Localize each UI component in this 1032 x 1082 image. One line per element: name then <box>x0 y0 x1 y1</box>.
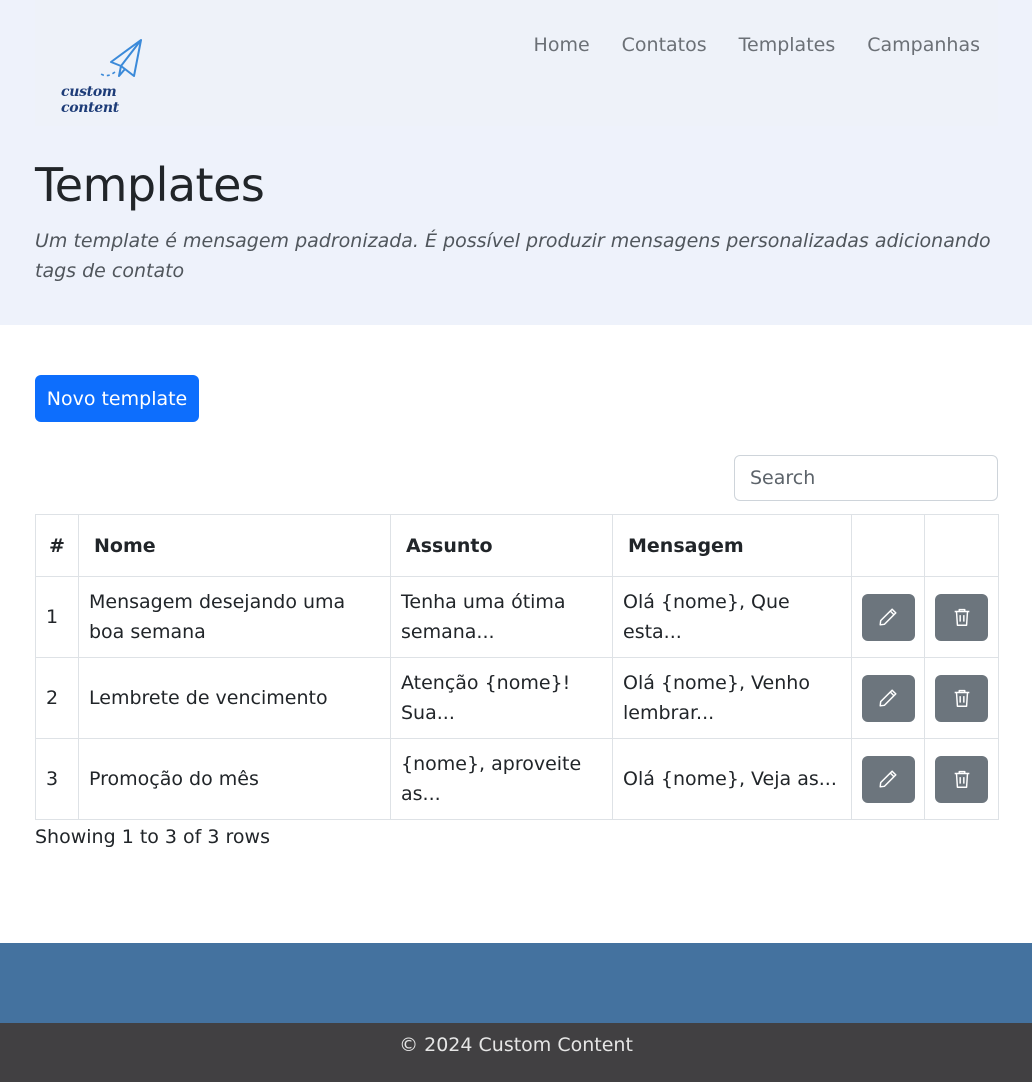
navbar: custom content Home Contatos Templates C… <box>35 0 998 126</box>
nav-templates[interactable]: Templates <box>739 34 836 56</box>
templates-table: # Nome Assunto Mensagem 1 Mensagem desej… <box>35 514 999 820</box>
column-header-mensagem[interactable]: Mensagem <box>612 514 852 577</box>
delete-button[interactable] <box>935 755 988 803</box>
row-edit-cell <box>851 576 925 658</box>
trash-icon <box>954 608 969 626</box>
nav-contatos[interactable]: Contatos <box>622 34 707 56</box>
column-header-nome[interactable]: Nome <box>78 514 391 577</box>
row-subject: Atenção {nome}! Sua... <box>390 657 613 739</box>
pencil-icon <box>879 608 897 626</box>
edit-button[interactable] <box>861 593 915 641</box>
row-delete-cell <box>924 657 999 739</box>
pencil-icon <box>879 770 897 788</box>
page-title: Templates <box>35 158 265 212</box>
pagination-summary: Showing 1 to 3 of 3 rows <box>35 826 270 848</box>
edit-button[interactable] <box>861 674 915 722</box>
brand-logo-text: custom content <box>61 84 119 116</box>
trash-icon <box>954 689 969 707</box>
trash-icon <box>954 770 969 788</box>
table-row: 2 Lembrete de vencimento Atenção {nome}!… <box>35 657 999 739</box>
column-header-num[interactable]: # <box>35 514 79 577</box>
delete-button[interactable] <box>935 593 988 641</box>
row-message: Olá {nome}, Venho lembrar... <box>612 657 852 739</box>
table-row: 3 Promoção do mês {nome}, aproveite as..… <box>35 738 999 820</box>
row-name: Promoção do mês <box>78 738 391 820</box>
row-edit-cell <box>851 738 925 820</box>
row-name: Mensagem desejando uma boa semana <box>78 576 391 658</box>
nav-campanhas[interactable]: Campanhas <box>867 34 980 56</box>
table-row: 1 Mensagem desejando uma boa semana Tenh… <box>35 576 999 658</box>
copyright-text: © 2024 Custom Content <box>399 1034 633 1056</box>
column-header-delete <box>924 514 999 577</box>
row-number: 3 <box>35 738 79 820</box>
row-delete-cell <box>924 576 999 658</box>
main-nav: Home Contatos Templates Campanhas <box>534 34 980 56</box>
pencil-icon <box>879 689 897 707</box>
row-message: Olá {nome}, Que esta... <box>612 576 852 658</box>
row-name: Lembrete de vencimento <box>78 657 391 739</box>
row-edit-cell <box>851 657 925 739</box>
column-header-edit <box>851 514 925 577</box>
footer: © 2024 Custom Content <box>0 1023 1032 1082</box>
row-number: 2 <box>35 657 79 739</box>
footer-band <box>0 943 1032 1023</box>
row-message: Olá {nome}, Veja as... <box>612 738 852 820</box>
row-subject: {nome}, aproveite as... <box>390 738 613 820</box>
table-header-row: # Nome Assunto Mensagem <box>35 514 999 577</box>
row-subject: Tenha uma ótima semana... <box>390 576 613 658</box>
edit-button[interactable] <box>861 755 915 803</box>
search-input[interactable] <box>734 455 998 501</box>
page-subtitle: Um template é mensagem padronizada. É po… <box>35 230 991 282</box>
row-delete-cell <box>924 738 999 820</box>
delete-button[interactable] <box>935 674 988 722</box>
row-number: 1 <box>35 576 79 658</box>
new-template-button[interactable]: Novo template <box>35 375 199 422</box>
column-header-assunto[interactable]: Assunto <box>390 514 613 577</box>
nav-home[interactable]: Home <box>534 34 590 56</box>
